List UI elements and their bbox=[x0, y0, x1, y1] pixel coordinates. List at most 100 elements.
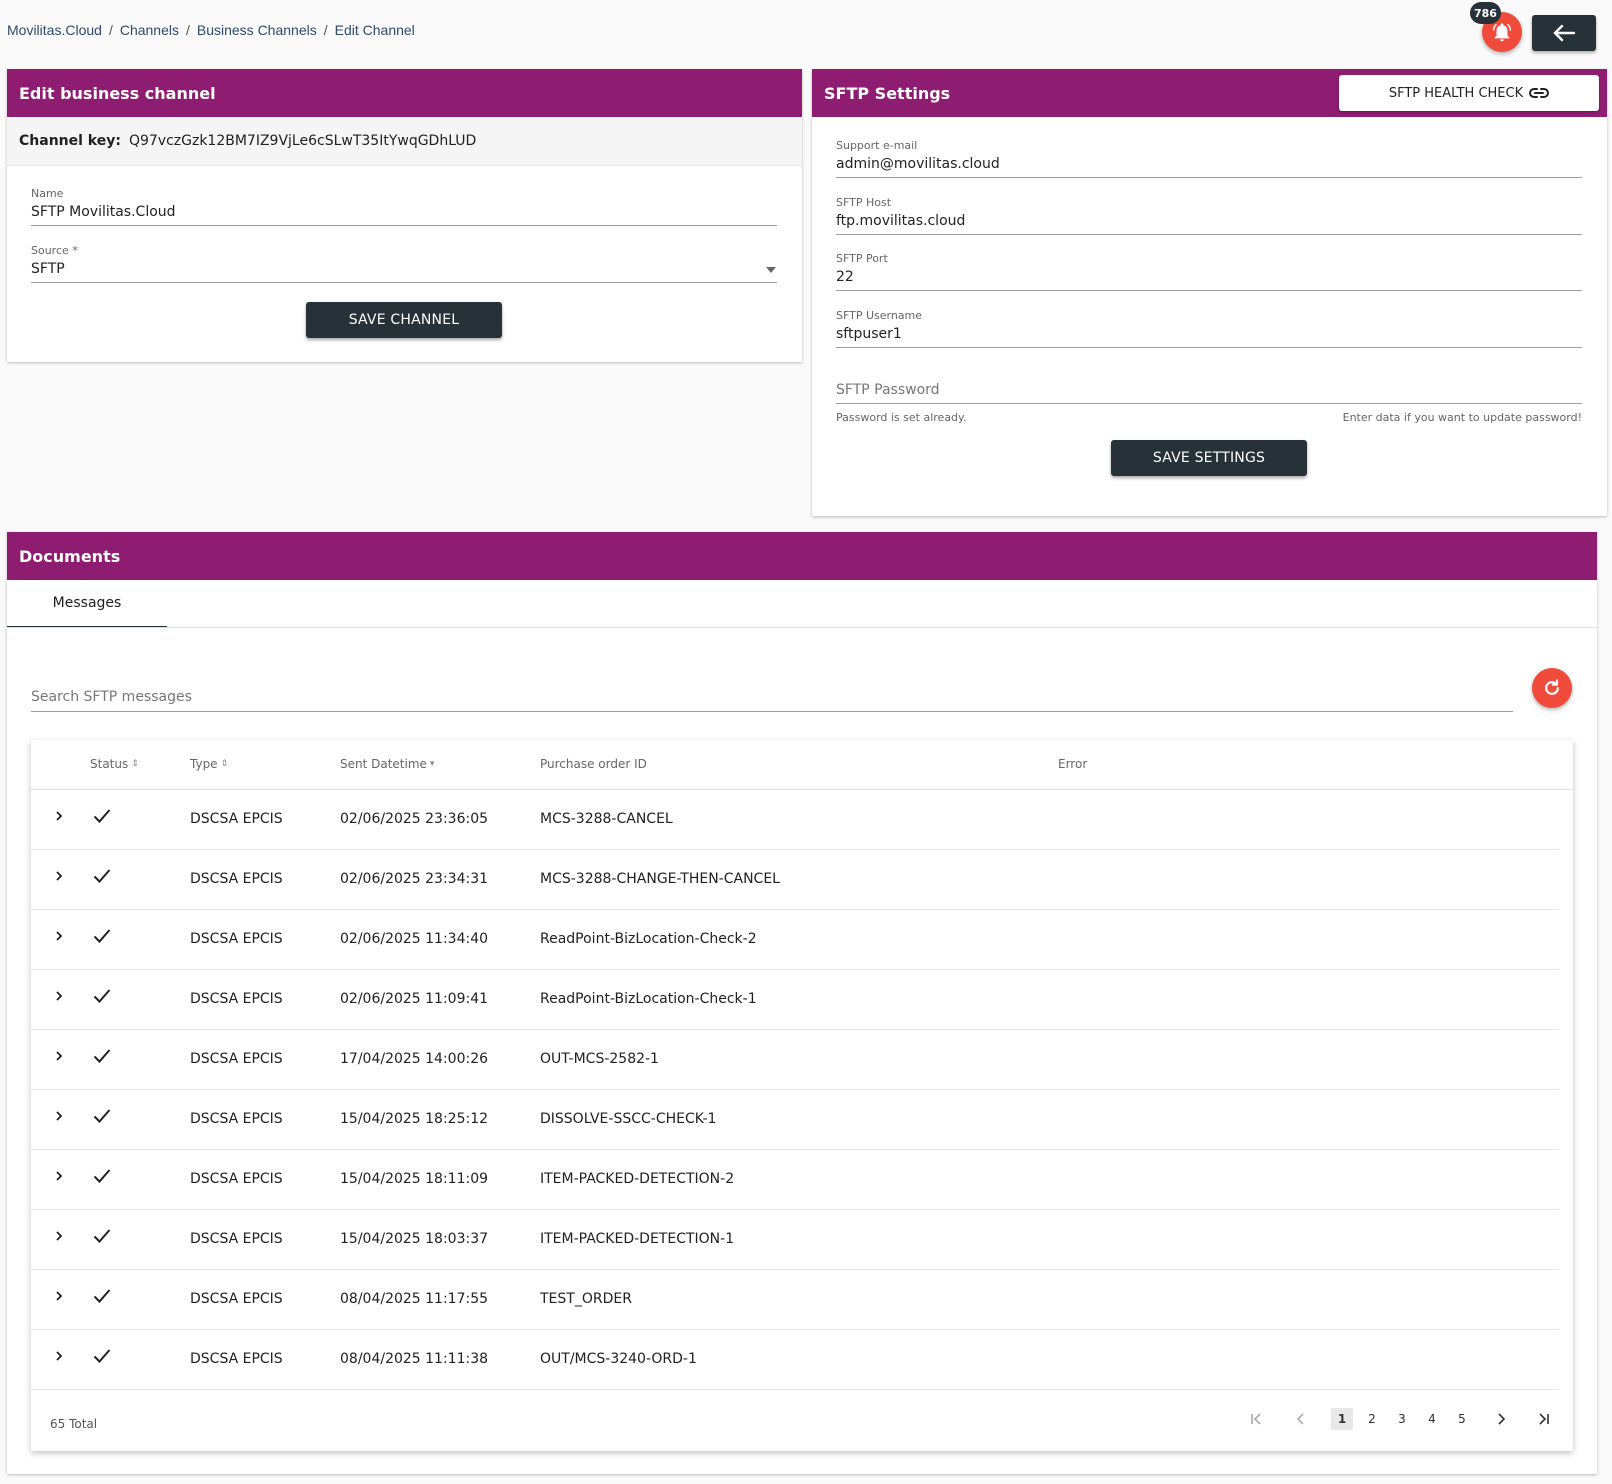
support-email-field[interactable]: Support e-mail admin@movilitas.cloud bbox=[836, 139, 1582, 178]
column-purchase-order-id: Purchase order ID bbox=[540, 757, 647, 771]
next-page-button[interactable] bbox=[1491, 1408, 1513, 1430]
table-row[interactable]: DSCSA EPCIS 08/04/2025 11:17:55 TEST_ORDER bbox=[31, 1270, 1559, 1330]
sftp-host-field[interactable]: SFTP Host ftp.movilitas.cloud bbox=[836, 196, 1582, 235]
support-email-label: Support e-mail bbox=[836, 139, 918, 152]
edit-channel-card: Edit business channel Channel key: Q97vc… bbox=[7, 69, 802, 362]
expand-row-icon[interactable] bbox=[54, 930, 64, 946]
refresh-button[interactable] bbox=[1532, 668, 1572, 708]
sftp-health-check-button[interactable]: SFTP HEALTH CHECK bbox=[1339, 75, 1599, 111]
chevron-down-icon[interactable] bbox=[766, 267, 776, 273]
breadcrumb-channels[interactable]: Channels bbox=[120, 22, 179, 38]
cell-sent-datetime: 15/04/2025 18:11:09 bbox=[340, 1171, 489, 1187]
cell-type: DSCSA EPCIS bbox=[190, 1231, 283, 1247]
sftp-username-field[interactable]: SFTP Username sftpuser1 bbox=[836, 309, 1582, 348]
chevron-left-icon bbox=[1296, 1413, 1304, 1425]
expand-row-icon[interactable] bbox=[54, 1350, 64, 1366]
support-email-input[interactable]: admin@movilitas.cloud bbox=[836, 152, 1582, 178]
expand-row-icon[interactable] bbox=[54, 1290, 64, 1306]
total-count: 65 Total bbox=[50, 1417, 98, 1431]
cell-sent-datetime: 02/06/2025 23:36:05 bbox=[340, 811, 489, 827]
table-row[interactable]: DSCSA EPCIS 15/04/2025 18:11:09 ITEM-PACKE… bbox=[31, 1150, 1559, 1210]
cell-purchase-order-id: DISSOLVE-SSCC-CHECK-1 bbox=[540, 1111, 717, 1127]
tab-messages[interactable]: Messages bbox=[7, 580, 167, 628]
sftp-username-input[interactable]: sftpuser1 bbox=[836, 322, 1582, 348]
breadcrumb: Movilitas.Cloud / Channels / Business Channe… bbox=[7, 22, 415, 38]
column-type[interactable]: Type ⇕ bbox=[190, 757, 228, 771]
cell-purchase-order-id: MCS-3288-CHANGE-THEN-CANCEL bbox=[540, 871, 780, 887]
source-value[interactable]: SFTP bbox=[31, 257, 777, 283]
status-success-icon bbox=[93, 1288, 111, 1308]
last-page-button[interactable] bbox=[1533, 1408, 1555, 1430]
search-messages-input[interactable]: Search SFTP messages bbox=[31, 682, 1513, 712]
refresh-icon bbox=[1545, 679, 1559, 695]
sftp-host-label: SFTP Host bbox=[836, 196, 892, 209]
page-5-button[interactable]: 5 bbox=[1451, 1408, 1473, 1430]
source-select[interactable]: Source * SFTP bbox=[31, 244, 777, 283]
first-page-icon bbox=[1251, 1413, 1261, 1425]
sort-desc-icon: ▾ bbox=[429, 759, 435, 769]
column-sent-label: Sent Datetime bbox=[340, 757, 427, 771]
sftp-port-field[interactable]: SFTP Port 22 bbox=[836, 252, 1582, 291]
status-success-icon bbox=[93, 1108, 111, 1128]
sort-icon: ⇕ bbox=[220, 759, 229, 769]
table-row[interactable]: DSCSA EPCIS 17/04/2025 14:00:26 OUT-MCS-25… bbox=[31, 1030, 1559, 1090]
breadcrumb-business-channels[interactable]: Business Channels bbox=[197, 22, 317, 38]
first-page-button[interactable] bbox=[1245, 1408, 1267, 1430]
column-sent-datetime[interactable]: Sent Datetime ▾ bbox=[340, 757, 434, 771]
column-type-label: Type bbox=[190, 757, 218, 771]
sftp-host-input[interactable]: ftp.movilitas.cloud bbox=[836, 209, 1582, 235]
breadcrumb-movilitas-cloud[interactable]: Movilitas.Cloud bbox=[7, 22, 102, 38]
cell-type: DSCSA EPCIS bbox=[190, 1171, 283, 1187]
status-success-icon bbox=[93, 808, 111, 828]
expand-row-icon[interactable] bbox=[54, 1050, 64, 1066]
expand-row-icon[interactable] bbox=[54, 1170, 64, 1186]
page-3-button[interactable]: 3 bbox=[1391, 1408, 1413, 1430]
status-success-icon bbox=[93, 868, 111, 888]
page-1-button[interactable]: 1 bbox=[1331, 1408, 1353, 1430]
chevron-right-icon bbox=[1498, 1413, 1506, 1425]
cell-type: DSCSA EPCIS bbox=[190, 811, 283, 827]
breadcrumb-separator: / bbox=[185, 22, 190, 38]
expand-row-icon[interactable] bbox=[54, 810, 64, 826]
expand-row-icon[interactable] bbox=[54, 1110, 64, 1126]
page-4-button[interactable]: 4 bbox=[1421, 1408, 1443, 1430]
sftp-password-field[interactable]: SFTP Password bbox=[836, 382, 1582, 404]
column-error-label: Error bbox=[1058, 757, 1088, 771]
column-status[interactable]: Status ⇕ bbox=[90, 757, 139, 771]
table-row[interactable]: DSCSA EPCIS 15/04/2025 18:03:37 ITEM-PACKE… bbox=[31, 1210, 1559, 1270]
status-success-icon bbox=[93, 988, 111, 1008]
table-header: Status ⇕ Type ⇕ Sent Datetime ▾ Purchase or… bbox=[31, 740, 1573, 790]
name-input[interactable]: SFTP Movilitas.Cloud bbox=[31, 200, 777, 226]
sftp-password-input[interactable]: SFTP Password bbox=[836, 382, 1582, 404]
health-check-label: SFTP HEALTH CHECK bbox=[1388, 85, 1524, 101]
password-hint-update: Enter data if you want to update passwor… bbox=[1342, 411, 1582, 424]
cell-sent-datetime: 08/04/2025 11:11:38 bbox=[340, 1351, 489, 1367]
expand-row-icon[interactable] bbox=[54, 1230, 64, 1246]
expand-row-icon[interactable] bbox=[54, 870, 64, 886]
column-status-label: Status bbox=[90, 757, 129, 771]
cell-purchase-order-id: ReadPoint-BizLocation-Check-2 bbox=[540, 931, 757, 947]
column-po-label: Purchase order ID bbox=[540, 757, 647, 771]
sftp-port-input[interactable]: 22 bbox=[836, 265, 1582, 291]
cell-purchase-order-id: OUT-MCS-2582-1 bbox=[540, 1051, 659, 1067]
prev-page-button[interactable] bbox=[1289, 1408, 1311, 1430]
table-row[interactable]: DSCSA EPCIS 02/06/2025 23:34:31 MCS-3288-C… bbox=[31, 850, 1559, 910]
sftp-settings-card: SFTP Settings SFTP HEALTH CHECK Support … bbox=[812, 69, 1607, 516]
name-field[interactable]: Name SFTP Movilitas.Cloud bbox=[31, 187, 777, 226]
table-row[interactable]: DSCSA EPCIS 08/04/2025 11:11:38 OUT/MCS-32… bbox=[31, 1330, 1559, 1390]
expand-row-icon[interactable] bbox=[54, 990, 64, 1006]
table-row[interactable]: DSCSA EPCIS 15/04/2025 18:25:12 DISSOLVE-S… bbox=[31, 1090, 1559, 1150]
documents-card: Documents Messages Search SFTP messages … bbox=[7, 532, 1597, 1474]
table-row[interactable]: DSCSA EPCIS 02/06/2025 23:36:05 MCS-3288-C… bbox=[31, 790, 1559, 850]
cell-type: DSCSA EPCIS bbox=[190, 931, 283, 947]
table-row[interactable]: DSCSA EPCIS 02/06/2025 11:34:40 ReadPoint-… bbox=[31, 910, 1559, 970]
cell-type: DSCSA EPCIS bbox=[190, 1111, 283, 1127]
breadcrumb-separator: / bbox=[108, 22, 113, 38]
page-2-button[interactable]: 2 bbox=[1361, 1408, 1383, 1430]
cell-type: DSCSA EPCIS bbox=[190, 1051, 283, 1067]
save-channel-button[interactable]: SAVE CHANNEL bbox=[306, 302, 502, 338]
table-row[interactable]: DSCSA EPCIS 02/06/2025 11:09:41 ReadPoint-… bbox=[31, 970, 1559, 1030]
save-settings-button[interactable]: SAVE SETTINGS bbox=[1111, 440, 1307, 476]
back-button[interactable] bbox=[1532, 15, 1596, 51]
notification-count-badge: 786 bbox=[1470, 2, 1501, 24]
